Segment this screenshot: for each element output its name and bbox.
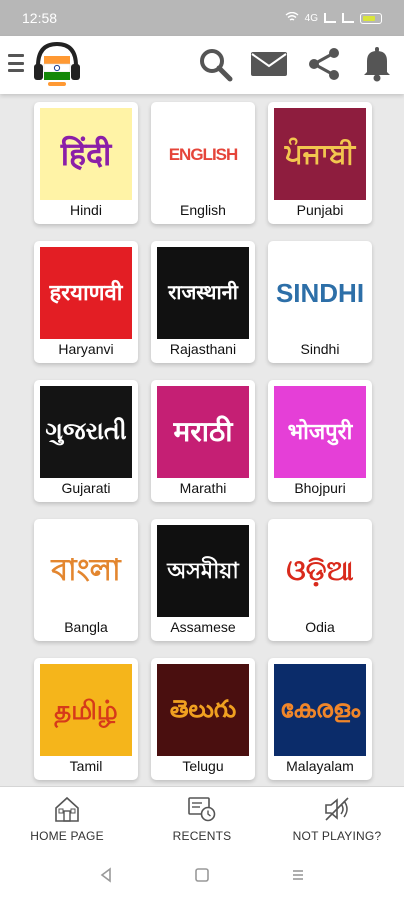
tile-label: Haryanvi bbox=[58, 341, 114, 357]
recents-lines-icon[interactable] bbox=[286, 864, 310, 886]
tile-label: Tamil bbox=[69, 758, 103, 774]
speaker-muted-icon bbox=[322, 795, 352, 823]
tile-image: ગુજરાતી bbox=[40, 386, 132, 478]
tile-haryanvi[interactable]: हरयाणवी Haryanvi bbox=[34, 241, 138, 363]
hamburger-menu-icon[interactable] bbox=[8, 54, 24, 72]
app-bar bbox=[0, 36, 404, 94]
system-nav-bar bbox=[0, 850, 404, 900]
search-icon[interactable] bbox=[195, 44, 235, 84]
tile-bhojpuri[interactable]: भोजपुरी Bhojpuri bbox=[268, 380, 372, 502]
tile-image: കേരളം bbox=[274, 664, 366, 756]
back-icon[interactable] bbox=[94, 864, 118, 886]
tile-label: Sindhi bbox=[300, 341, 340, 357]
tile-image: தமிழ் bbox=[40, 664, 132, 756]
tile-label: Bhojpuri bbox=[294, 480, 346, 496]
tile-image: বাংলা bbox=[40, 525, 132, 617]
tile-label: Telugu bbox=[182, 758, 224, 774]
tile-image: राजस्थानी bbox=[157, 247, 249, 339]
notification-bell-icon[interactable] bbox=[357, 44, 397, 84]
tile-label: Hindi bbox=[70, 202, 102, 218]
tile-image: हरयाणवी bbox=[40, 247, 132, 339]
home-icon bbox=[52, 795, 82, 823]
tile-label: Malayalam bbox=[286, 758, 354, 774]
tile-bangla[interactable]: বাংলা Bangla bbox=[34, 519, 138, 641]
status-time: 12:58 bbox=[22, 10, 58, 26]
language-grid: हिंदी Hindi ENGLISH English ਪੰਜਾਬੀ Punja… bbox=[0, 94, 404, 786]
recents-history-icon bbox=[187, 795, 217, 823]
tile-image: অসমীয়া bbox=[157, 525, 249, 617]
nav-not-playing[interactable]: NOT PLAYING? bbox=[270, 787, 404, 851]
tile-image: SINDHI bbox=[274, 247, 366, 339]
tile-hindi[interactable]: हिंदी Hindi bbox=[34, 102, 138, 224]
signal-icon-2 bbox=[342, 13, 354, 23]
mail-icon[interactable] bbox=[249, 44, 289, 84]
tile-tamil[interactable]: தமிழ் Tamil bbox=[34, 658, 138, 780]
status-bar: 12:58 4G bbox=[0, 0, 404, 36]
tile-image: ਪੰਜਾਬੀ bbox=[274, 108, 366, 200]
tile-image: मराठी bbox=[157, 386, 249, 478]
wifi-icon bbox=[285, 11, 299, 25]
tile-image: ଓଡ଼ିଆ bbox=[274, 525, 366, 617]
nav-home-page[interactable]: HOME PAGE bbox=[0, 787, 134, 851]
tile-image: हिंदी bbox=[40, 108, 132, 200]
app-logo bbox=[30, 38, 84, 92]
tile-label: English bbox=[180, 202, 226, 218]
tile-label: Punjabi bbox=[296, 202, 344, 218]
nav-label: RECENTS bbox=[172, 829, 232, 843]
tile-english[interactable]: ENGLISH English bbox=[151, 102, 255, 224]
tile-label: Odia bbox=[305, 619, 335, 635]
tile-label: Bangla bbox=[64, 619, 108, 635]
nav-recents[interactable]: RECENTS bbox=[135, 787, 269, 851]
tile-image: ENGLISH bbox=[157, 108, 249, 200]
network-label: 4G bbox=[304, 12, 318, 24]
signal-icon bbox=[324, 13, 336, 23]
share-icon[interactable] bbox=[304, 44, 344, 84]
tile-malayalam[interactable]: കേരളം Malayalam bbox=[268, 658, 372, 780]
tile-odia[interactable]: ଓଡ଼ିଆ Odia bbox=[268, 519, 372, 641]
tile-label: Marathi bbox=[179, 480, 227, 496]
bottom-nav: HOME PAGE RECENTS NOT PLAYING? bbox=[0, 786, 404, 850]
tile-label: Gujarati bbox=[61, 480, 111, 496]
tile-image: తెలుగు bbox=[157, 664, 249, 756]
tile-punjabi[interactable]: ਪੰਜਾਬੀ Punjabi bbox=[268, 102, 372, 224]
battery-icon bbox=[360, 12, 382, 24]
home-square-icon[interactable] bbox=[190, 864, 214, 886]
status-icons: 4G bbox=[285, 11, 382, 25]
tile-label: Assamese bbox=[170, 619, 236, 635]
tile-image: भोजपुरी bbox=[274, 386, 366, 478]
tile-assamese[interactable]: অসমীয়া Assamese bbox=[151, 519, 255, 641]
nav-label: HOME PAGE bbox=[30, 829, 104, 843]
nav-label: NOT PLAYING? bbox=[292, 829, 382, 843]
tile-gujarati[interactable]: ગુજરાતી Gujarati bbox=[34, 380, 138, 502]
tile-label: Rajasthani bbox=[169, 341, 237, 357]
tile-sindhi[interactable]: SINDHI Sindhi bbox=[268, 241, 372, 363]
tile-rajasthani[interactable]: राजस्थानी Rajasthani bbox=[151, 241, 255, 363]
tile-telugu[interactable]: తెలుగు Telugu bbox=[151, 658, 255, 780]
tile-marathi[interactable]: मराठी Marathi bbox=[151, 380, 255, 502]
